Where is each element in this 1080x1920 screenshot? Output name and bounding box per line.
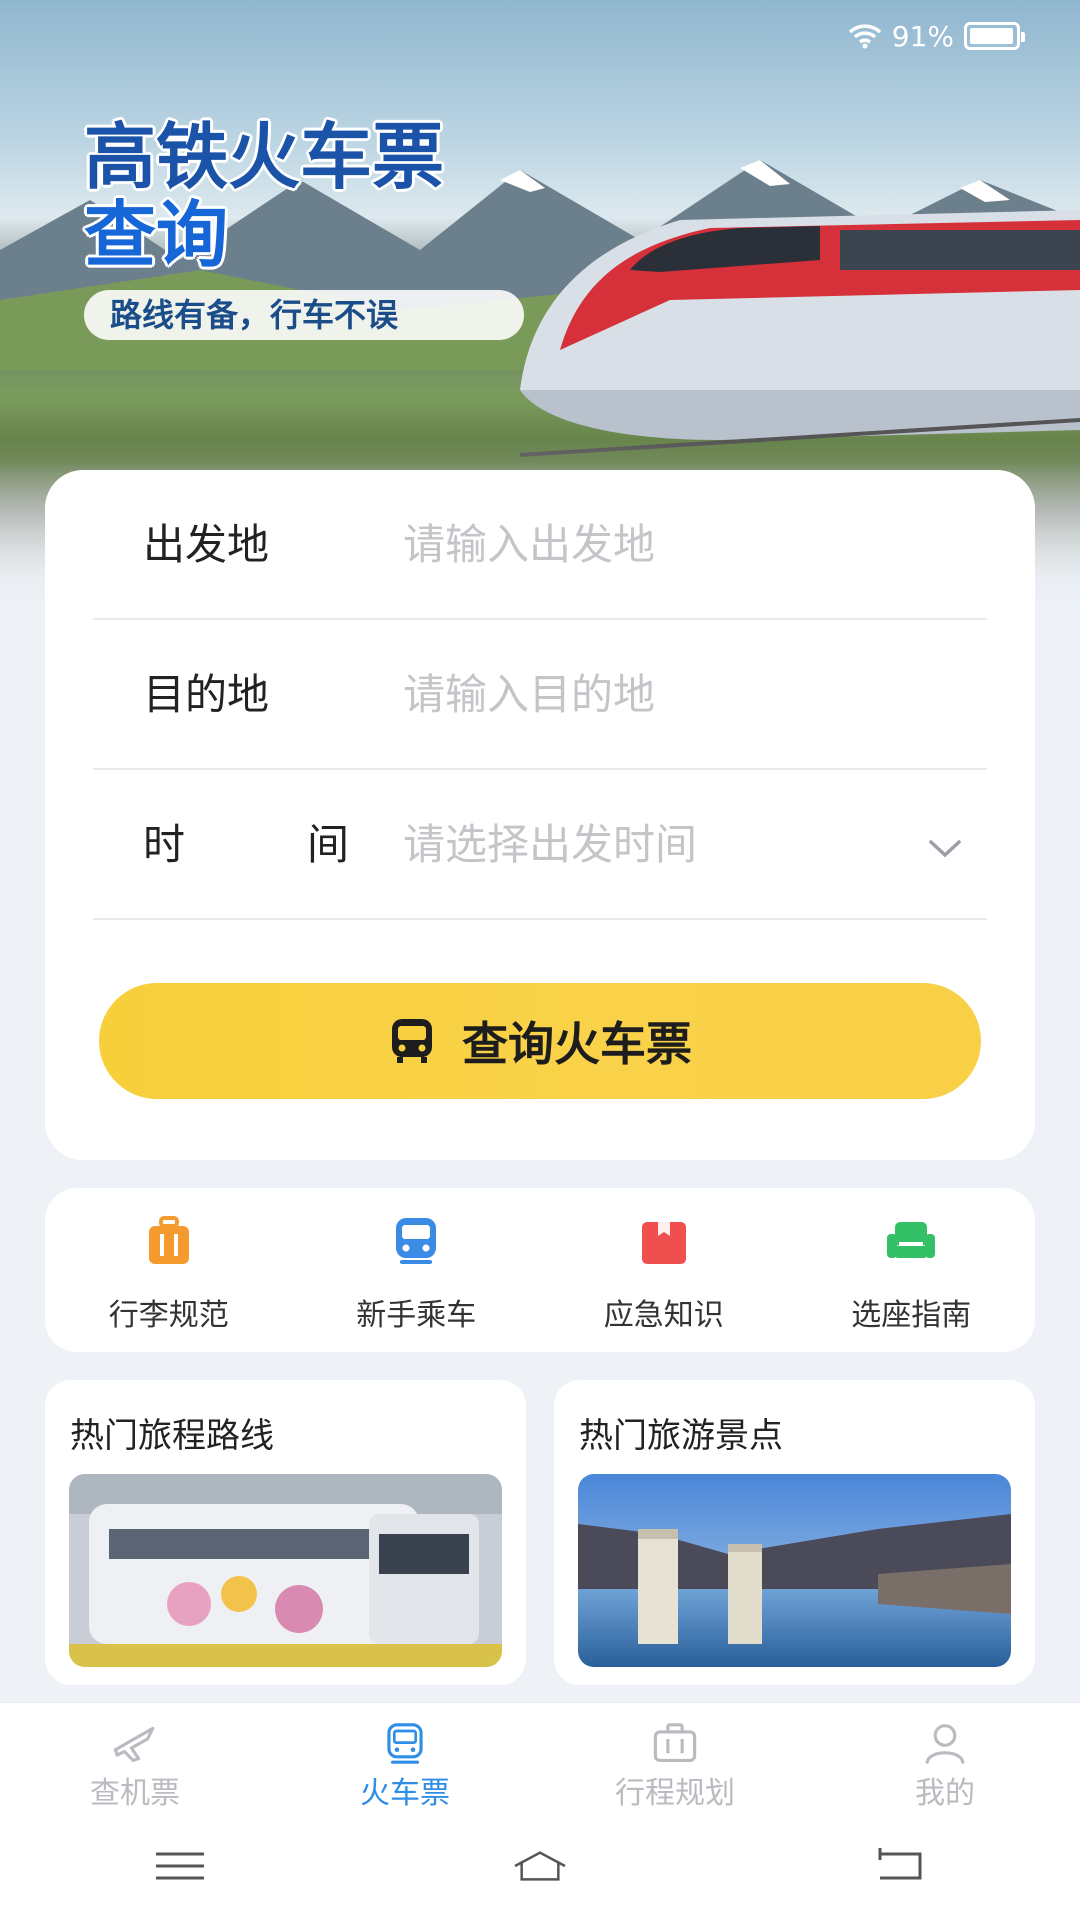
status-bar: 91% [848, 16, 1025, 56]
train-icon [396, 1218, 437, 1264]
quick-item-label: 应急知识 [603, 1298, 724, 1333]
battery-icon [964, 22, 1025, 50]
quick-item-new-rider[interactable]: 新手乘车 [293, 1188, 541, 1352]
system-nav-bar [0, 1812, 1080, 1920]
wifi-icon [848, 24, 881, 49]
briefcase-icon [653, 1723, 697, 1762]
time-row[interactable]: 时 间 [93, 770, 987, 920]
first-aid-box-icon [641, 1222, 686, 1264]
train-front-icon [392, 1019, 432, 1063]
back-icon[interactable] [870, 1844, 930, 1888]
bullet-train-illustration [520, 210, 1080, 457]
seat-icon [887, 1222, 936, 1258]
luggage-icon [148, 1216, 189, 1264]
user-icon [925, 1724, 965, 1764]
train-icon [387, 1723, 423, 1764]
tab-flight-tickets[interactable]: 查机票 [0, 1703, 270, 1812]
menu-icon[interactable] [150, 1844, 210, 1888]
home-icon[interactable] [510, 1844, 570, 1888]
hero-title: 高铁火车票 查询 [84, 118, 444, 274]
popular-attractions-title: 热门旅游景点 [579, 1416, 783, 1456]
search-button-label: 查询火车票 [462, 1017, 692, 1071]
departure-input[interactable] [403, 470, 903, 620]
time-label-char2: 间 [306, 820, 349, 869]
popular-attractions-card[interactable]: 热门旅游景点 [554, 1380, 1035, 1685]
popular-routes-title: 热门旅程路线 [70, 1416, 274, 1456]
battery-percent: 91% [891, 19, 954, 53]
hero-subtitle: 路线有备，行车不误 [84, 290, 524, 340]
bottom-tab-bar: 查机票 火车票 行程规划 我的 [0, 1702, 1080, 1812]
quick-item-label: 行李规范 [108, 1298, 229, 1333]
quick-menu: 行李规范 新手乘车 应急知识 选座指南 [45, 1188, 1035, 1352]
tab-mine[interactable]: 我的 [810, 1703, 1080, 1812]
tab-label: 行程规划 [615, 1776, 735, 1811]
destination-row[interactable]: 目的地 [93, 620, 987, 770]
quick-item-label: 选座指南 [851, 1298, 972, 1333]
hero-title-line1: 高铁火车票 [84, 115, 445, 199]
departure-row[interactable]: 出发地 [93, 470, 987, 620]
quick-item-seat-guide[interactable]: 选座指南 [788, 1188, 1036, 1352]
time-label: 时 间 [143, 770, 349, 920]
tab-trip-planning[interactable]: 行程规划 [540, 1703, 810, 1812]
airplane-icon [113, 1726, 155, 1762]
departure-label: 出发地 [143, 520, 270, 569]
time-select[interactable] [403, 770, 903, 920]
quick-item-emergency[interactable]: 应急知识 [540, 1188, 788, 1352]
search-train-tickets-button[interactable]: 查询火车票 [99, 983, 981, 1099]
tab-label: 我的 [915, 1776, 975, 1811]
popular-routes-card[interactable]: 热门旅程路线 [45, 1380, 526, 1685]
tab-label: 火车票 [360, 1776, 450, 1811]
chevron-down-icon[interactable] [925, 828, 965, 868]
tab-train-tickets[interactable]: 火车票 [270, 1703, 540, 1812]
popular-attractions-image [578, 1474, 1011, 1667]
destination-input[interactable] [403, 620, 903, 770]
time-label-char1: 时 [143, 820, 186, 869]
search-card: 出发地 目的地 时 间 查询火车票 [45, 470, 1035, 1160]
quick-item-luggage[interactable]: 行李规范 [45, 1188, 293, 1352]
tab-label: 查机票 [90, 1776, 180, 1811]
popular-routes-image [69, 1474, 502, 1667]
destination-label: 目的地 [143, 670, 270, 719]
quick-item-label: 新手乘车 [356, 1298, 477, 1333]
hero-title-line2: 查询 [84, 193, 229, 277]
